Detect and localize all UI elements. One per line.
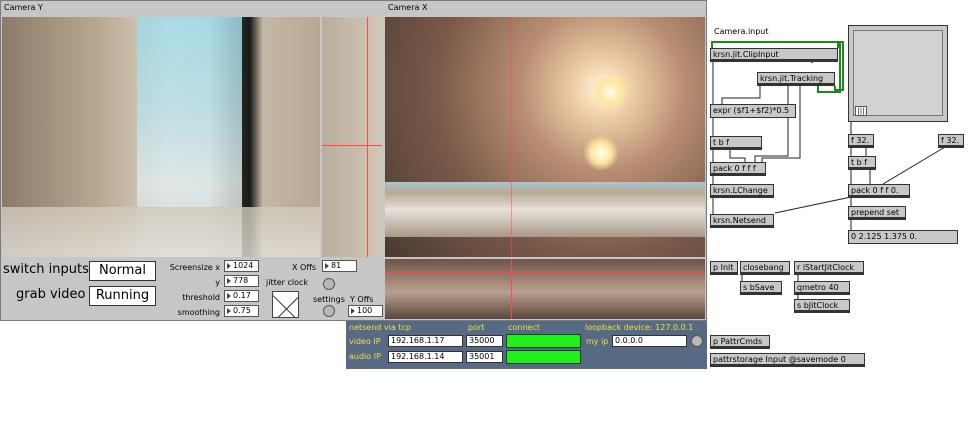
tbf-object-2[interactable]: t b f [848,156,876,170]
clipinput-object[interactable]: krsn.jit.ClipInput [710,48,838,62]
lcd-inner-surface [853,30,943,116]
lcd-display[interactable]: ||| [848,25,948,122]
pattrstorage-object[interactable]: pattrstorage Input @savemode 0 [710,353,865,367]
prepend-object[interactable]: prepend set [848,206,906,220]
lchange-object[interactable]: krsn.LChange [710,184,774,198]
pack-object-2[interactable]: pack 0 f f 0. [848,184,910,198]
p-init-object[interactable]: p Init [710,261,738,275]
tbf-object-1[interactable]: t b f [710,136,762,150]
tracking-object[interactable]: krsn.jit.Tracking [757,72,835,86]
s-bsave-object[interactable]: s bSave [740,281,782,295]
netsend-object[interactable]: krsn.Netsend [710,214,774,228]
pack-object-1[interactable]: pack 0 f f f [710,162,766,176]
expr-object[interactable]: expr ($f1+$f2)*0.5 [710,104,796,118]
float-object-a[interactable]: f 32. [848,134,874,148]
s-bjit-object[interactable]: s bJitClock [794,299,850,313]
message-box[interactable]: 0 2.125 1.375 0. [848,230,958,244]
camera-input-comment: Camera.input [714,27,769,36]
closebang-object[interactable]: closebang [740,261,790,275]
float-object-b[interactable]: f 32. [938,134,964,148]
p-pattrcmds-object[interactable]: p PattrCmds [710,335,770,349]
lcd-resize-handle-icon[interactable]: ||| [855,106,867,116]
qmetro-object[interactable]: qmetro 40 [794,281,850,295]
rstart-object[interactable]: r iStartJitClock [794,261,864,275]
